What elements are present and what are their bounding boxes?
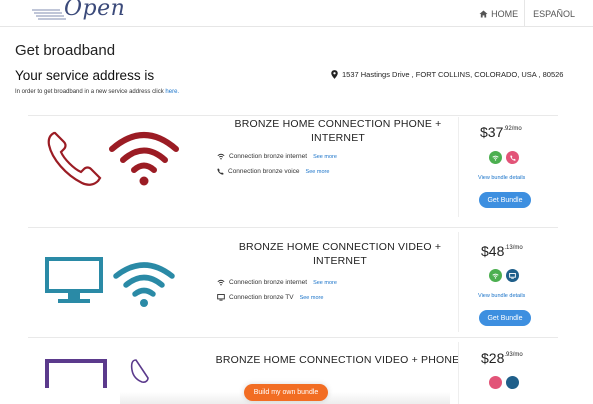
- price-whole: 48: [488, 243, 505, 259]
- wifi-icon: [217, 279, 225, 286]
- page-title: Get broadband: [15, 42, 116, 59]
- wifi-large-icon: [109, 132, 179, 186]
- phone-icon: [217, 168, 224, 175]
- wifi-badge-icon: [489, 151, 502, 164]
- phone-handset-icon: [130, 359, 149, 383]
- address-note-text: In order to get broadband in a new servi…: [15, 89, 164, 95]
- bundle-price: $28.93/mo: [481, 350, 523, 366]
- feature-text: Connection bronze internet: [229, 153, 308, 160]
- logo-text: Open: [64, 0, 126, 21]
- bundle-title-line1: BRONZE HOME CONNECTION PHONE +: [234, 118, 442, 130]
- address-note: In order to get broadband in a new servi…: [15, 89, 179, 95]
- bundle-title-line2: INTERNET: [310, 132, 366, 144]
- price-whole: 28: [488, 350, 505, 366]
- top-bar: Open HOME ESPAÑOL: [0, 0, 593, 27]
- price-divider: [458, 232, 459, 332]
- feature-item: Connection bronze internet See more: [217, 153, 337, 160]
- service-badges: [489, 151, 519, 164]
- feature-text: Connection bronze internet: [229, 279, 308, 286]
- price-divider: [458, 117, 459, 217]
- bundle-price: $37.92/mo: [480, 124, 522, 140]
- price-divider: [458, 342, 459, 404]
- price-currency: $: [480, 124, 488, 140]
- card-top-divider: [28, 115, 558, 116]
- build-my-own-bundle-button[interactable]: Build my own bundle: [244, 384, 328, 401]
- bundle-title: BRONZE HOME CONNECTION VIDEO + INTERNET: [225, 240, 455, 268]
- wifi-icon: [217, 153, 225, 160]
- tv-badge-icon: [506, 376, 519, 389]
- home-icon: [479, 9, 488, 18]
- service-address-text: 1537 Hastings Drive , FORT COLLINS, COLO…: [342, 70, 564, 79]
- get-bundle-button[interactable]: Get Bundle: [479, 310, 531, 326]
- service-address: 1537 Hastings Drive , FORT COLLINS, COLO…: [331, 70, 563, 79]
- bundle-price: $48.13/mo: [481, 243, 523, 259]
- price-cents: .13/mo: [504, 245, 523, 251]
- bundle-title: BRONZE HOME CONNECTION PHONE + INTERNET: [223, 117, 453, 145]
- feature-item: Connection bronze TV See more: [217, 294, 323, 301]
- service-badges: [489, 376, 519, 389]
- see-more-link[interactable]: See more: [306, 169, 330, 175]
- feature-text: Connection bronze voice: [228, 168, 300, 175]
- change-address-link[interactable]: here.: [165, 89, 179, 95]
- see-more-link[interactable]: See more: [313, 280, 337, 286]
- service-badges: [489, 269, 519, 282]
- feature-item: Connection bronze internet See more: [217, 279, 337, 286]
- view-bundle-details-link[interactable]: View bundle details: [478, 293, 525, 299]
- view-bundle-details-link[interactable]: View bundle details: [478, 175, 525, 181]
- nav-divider: [524, 0, 526, 27]
- phone-badge-icon: [489, 376, 502, 389]
- card-divider: [28, 337, 558, 338]
- feature-item: Connection bronze voice See more: [217, 168, 329, 175]
- price-whole: 37: [487, 124, 504, 140]
- tv-icon-large: [45, 257, 103, 303]
- nav-language-link[interactable]: ESPAÑOL: [531, 9, 575, 19]
- bundle-title-line1: BRONZE HOME CONNECTION VIDEO + PHONE: [215, 354, 460, 366]
- location-pin-icon: [331, 70, 338, 79]
- service-address-title: Your service address is: [15, 68, 155, 83]
- logo[interactable]: Open: [16, 0, 125, 27]
- get-bundle-button[interactable]: Get Bundle: [479, 192, 531, 208]
- tv-badge-icon: [506, 269, 519, 282]
- price-cents: .93/mo: [504, 352, 523, 358]
- tv-icon-large: [45, 359, 107, 388]
- feature-text: Connection bronze TV: [229, 294, 294, 301]
- phone-handset-icon: [47, 131, 102, 186]
- see-more-link[interactable]: See more: [313, 154, 337, 160]
- price-currency: $: [481, 243, 489, 259]
- nav-home-link[interactable]: HOME: [479, 9, 524, 19]
- wifi-large-icon: [113, 262, 175, 307]
- bundle-title-line2: INTERNET: [312, 255, 368, 267]
- nav-home-label: HOME: [491, 8, 519, 19]
- phone-badge-icon: [506, 151, 519, 164]
- price-cents: .92/mo: [503, 126, 522, 132]
- top-nav: HOME ESPAÑOL: [479, 0, 575, 27]
- card-divider: [28, 227, 558, 228]
- price-currency: $: [481, 350, 489, 366]
- bundle-title: BRONZE HOME CONNECTION VIDEO + PHONE: [205, 353, 470, 367]
- tv-icon: [217, 294, 225, 301]
- wifi-badge-icon: [489, 269, 502, 282]
- bundle-title-line1: BRONZE HOME CONNECTION VIDEO +: [238, 241, 442, 253]
- see-more-link[interactable]: See more: [300, 295, 324, 301]
